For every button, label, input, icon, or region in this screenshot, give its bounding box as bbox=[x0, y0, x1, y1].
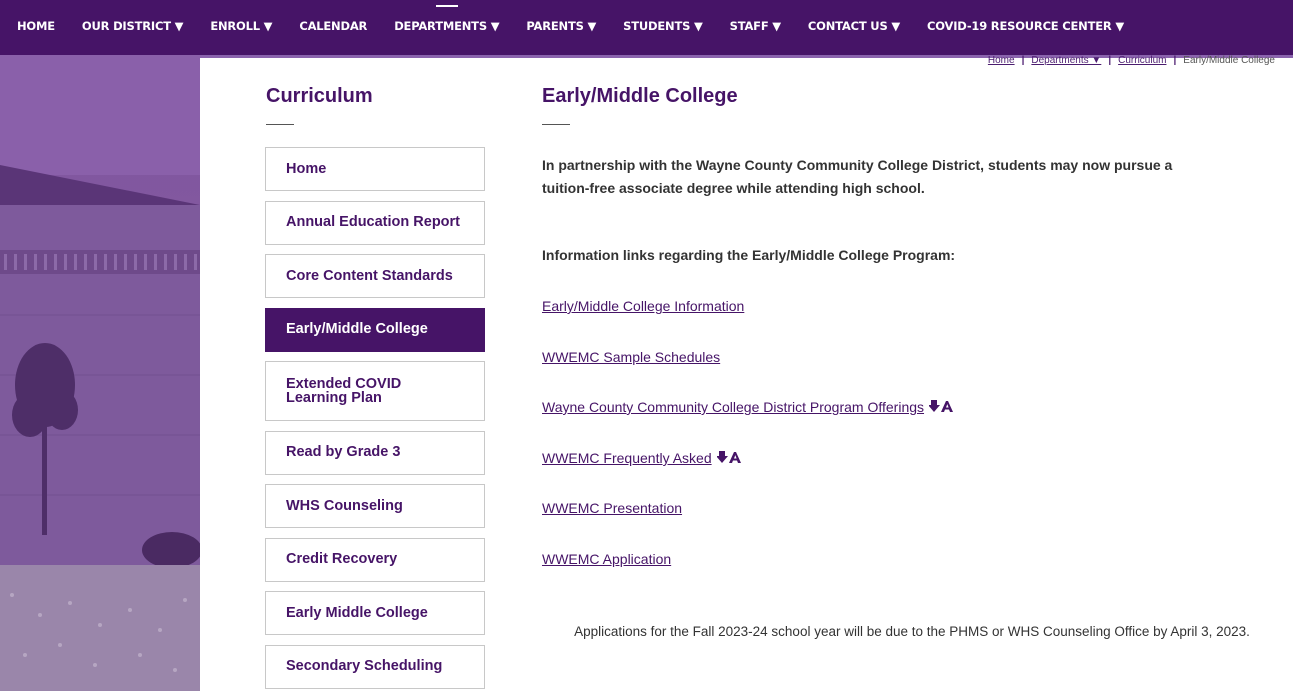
pdf-download-icon[interactable] bbox=[715, 450, 745, 467]
breadcrumb-current: Early/Middle College bbox=[1183, 55, 1275, 66]
page-title-rule bbox=[542, 124, 570, 125]
link-early-middle-college-information[interactable]: Early/Middle College Information bbox=[542, 298, 744, 314]
pdf-download-icon[interactable] bbox=[928, 399, 957, 416]
nav-students[interactable]: STUDENTS ▼ bbox=[623, 19, 703, 33]
sidebar-item-early-middle-college[interactable]: Early Middle College bbox=[265, 591, 485, 635]
link-wwemc-sample-schedules[interactable]: WWEMC Sample Schedules bbox=[542, 349, 720, 365]
breadcrumb-curriculum[interactable]: Curriculum bbox=[1118, 55, 1166, 66]
sidebar-item-whs-counseling[interactable]: WHS Counseling bbox=[265, 484, 485, 528]
breadcrumb-home[interactable]: Home bbox=[988, 55, 1015, 66]
sidebar-nav: Home Annual Education Report Core Conten… bbox=[265, 147, 485, 691]
application-deadline-notice: Applications for the Fall 2023-24 school… bbox=[574, 624, 1250, 639]
top-navigation: HOME OUR DISTRICT ▼ ENROLL ▼ CALENDAR DE… bbox=[0, 0, 1293, 55]
hero-photo bbox=[0, 55, 200, 691]
breadcrumb-separator: | bbox=[1108, 55, 1112, 66]
link-wwemc-frequently-asked-row: WWEMC Frequently Asked bbox=[542, 450, 745, 467]
sidebar-item-core-content-standards[interactable]: Core Content Standards bbox=[265, 254, 485, 298]
intro-paragraph: In partnership with the Wayne County Com… bbox=[542, 157, 1173, 196]
nav-enroll[interactable]: ENROLL ▼ bbox=[210, 19, 272, 33]
link-wwemc-application[interactable]: WWEMC Application bbox=[542, 551, 671, 567]
nav-departments[interactable]: DEPARTMENTS ▼ bbox=[394, 4, 500, 33]
breadcrumb-separator: | bbox=[1173, 55, 1177, 66]
link-wwemc-frequently-asked[interactable]: WWEMC Frequently Asked bbox=[542, 450, 712, 466]
breadcrumb-departments[interactable]: Departments ▼ bbox=[1031, 55, 1101, 66]
nav-contact-us[interactable]: CONTACT US ▼ bbox=[808, 19, 900, 33]
nav-parents[interactable]: PARENTS ▼ bbox=[526, 19, 596, 33]
nav-calendar[interactable]: CALENDAR bbox=[299, 19, 367, 33]
sidebar-item-secondary-scheduling[interactable]: Secondary Scheduling bbox=[265, 644, 485, 689]
link-wcccd-program-offerings-row: Wayne County Community College District … bbox=[542, 399, 957, 416]
sidebar-item-label: Extended COVID Learning Plan bbox=[286, 375, 402, 406]
link-wcccd-program-offerings[interactable]: Wayne County Community College District … bbox=[542, 399, 924, 415]
sidebar-item-extended-covid-learning-plan[interactable]: Extended COVID Learning Plan bbox=[265, 361, 485, 421]
nav-home[interactable]: HOME bbox=[17, 19, 55, 33]
breadcrumb-separator: | bbox=[1021, 55, 1025, 66]
sidebar-title: Curriculum bbox=[266, 85, 373, 107]
info-links-heading: Information links regarding the Early/Mi… bbox=[542, 247, 956, 263]
nav-covid-resource-center[interactable]: COVID-19 RESOURCE CENTER ▼ bbox=[927, 19, 1124, 33]
sidebar-item-credit-recovery[interactable]: Credit Recovery bbox=[265, 537, 485, 582]
link-wwemc-presentation[interactable]: WWEMC Presentation bbox=[542, 500, 682, 516]
nav-our-district[interactable]: OUR DISTRICT ▼ bbox=[82, 19, 184, 33]
sidebar-item-early-middle-college-active[interactable]: Early/Middle College bbox=[265, 307, 485, 352]
sidebar-item-home[interactable]: Home bbox=[265, 147, 485, 191]
page-title: Early/Middle College bbox=[542, 85, 738, 107]
nav-staff[interactable]: STAFF ▼ bbox=[730, 19, 781, 33]
sidebar-item-annual-education-report[interactable]: Annual Education Report bbox=[265, 200, 485, 245]
sidebar-title-rule bbox=[266, 124, 294, 125]
sidebar-item-read-by-grade-3[interactable]: Read by Grade 3 bbox=[265, 430, 485, 475]
breadcrumb: Home | Departments ▼ | Curriculum | Early/Midd… bbox=[988, 55, 1275, 66]
